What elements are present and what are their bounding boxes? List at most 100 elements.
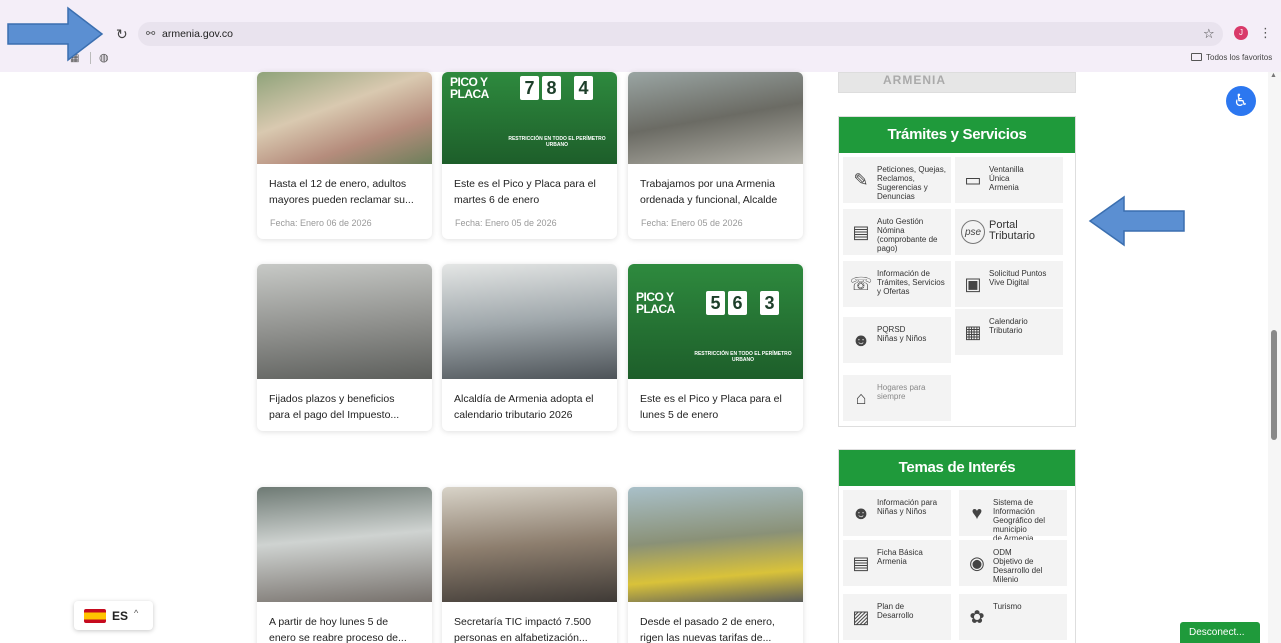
service-tile[interactable]: ▭ Ventanilla Única Armenia [955,157,1063,203]
news-card[interactable]: A partir de hoy lunes 5 de enero se reab… [257,487,432,643]
news-card-image[interactable]: PICO Y PLACA 5 6 3 RESTRICCIÓN EN TODO EL PE… [628,264,803,379]
annotation-arrow-right [7,6,104,62]
temas-panel: Temas de Interés ☻ Información para Niñas… [838,449,1076,643]
news-card-title[interactable]: Hasta el 12 de enero, adultos mayores pu… [269,176,425,208]
service-tile[interactable]: ☻ PQRSD Niñas y Niños [843,317,951,363]
news-card[interactable]: Trabajamos por una Armenia ordenada y fu… [628,72,803,239]
service-tile[interactable]: pse Portal Tributario [955,209,1063,255]
service-tile-label: Peticiones, Quejas, Reclamos, Sugerencia… [877,165,946,201]
news-card-title[interactable]: Desde el pasado 2 de enero, rigen las nu… [640,614,796,643]
service-tile-label: Turismo [993,602,1022,611]
calendar-icon: ▦ [964,322,982,342]
news-card[interactable]: Desde el pasado 2 de enero, rigen las nu… [628,487,803,643]
service-tile-label: Auto Gestión Nómina (comprobante de pago… [877,217,938,253]
odm-icon: ◉ [969,553,985,573]
service-tile-label: Calendario Tributario [989,317,1028,335]
map-heart-icon: ♥ [971,503,983,523]
language-code: ES [112,609,129,623]
children-icon: ☻ [851,330,871,350]
pico-placa-digit: 7 [520,76,539,100]
news-card-title[interactable]: Trabajamos por una Armenia ordenada y fu… [640,176,796,208]
language-selector[interactable]: ES ^ [74,601,153,630]
news-card-title[interactable]: Alcaldía de Armenia adopta el calendario… [454,391,610,423]
news-card[interactable]: Fijados plazos y beneficios para el pago… [257,264,432,431]
news-card[interactable]: Alcaldía de Armenia adopta el calendario… [442,264,617,431]
pico-placa-digit: 6 [728,291,747,315]
service-tile[interactable]: ✿ Turismo [959,594,1067,640]
address-bar[interactable]: ⚯ armenia.gov.co [138,22,1223,46]
news-card-title[interactable]: Secretaría TIC impactó 7.500 personas en… [454,614,610,643]
news-card[interactable]: Hasta el 12 de enero, adultos mayores pu… [257,72,432,239]
menu-icon[interactable]: ⋮ [1259,25,1272,41]
service-tile[interactable]: ▨ Plan de Desarrollo [843,594,951,640]
news-card[interactable]: Secretaría TIC impactó 7.500 personas en… [442,487,617,643]
pse-icon: pse [961,220,985,244]
temas-heading: Temas de Interés [839,450,1075,486]
annotation-arrow-left [1088,195,1185,247]
tramites-heading: Trámites y Servicios [839,117,1075,153]
news-card[interactable]: PICO Y PLACA 5 6 3 RESTRICCIÓN EN TODO EL PE… [628,264,803,431]
news-card-image[interactable] [628,487,803,602]
service-tile-label: Solicitud Puntos Vive Digital [989,269,1047,287]
news-card-date: Fecha: Enero 05 de 2026 [641,218,743,228]
service-tile-label: Portal Tributario [989,219,1036,242]
service-tile-label: ODM Objetivo de Desarrollo del Milenio [993,548,1043,584]
news-card-date: Fecha: Enero 05 de 2026 [455,218,557,228]
service-tile-label: Información para Niñas y Niños [877,498,938,516]
news-card-image[interactable] [442,487,617,602]
spain-flag-icon [84,609,106,623]
computers-icon: ▣ [964,274,982,294]
accessibility-button[interactable]: ♿ [1226,86,1256,116]
bookmark-star-icon[interactable]: ☆ [1203,26,1215,42]
service-tile[interactable]: ☻ Información para Niñas y Niños [843,490,951,536]
service-tile[interactable]: ▦ Calendario Tributario [955,309,1063,355]
news-card-date: Fecha: Enero 06 de 2026 [270,218,372,228]
service-tile[interactable]: ▣ Solicitud Puntos Vive Digital [955,261,1063,307]
pico-placa-footer: RESTRICCIÓN EN TODO EL PERÍMETRO URBANO [694,351,792,363]
news-card-title[interactable]: A partir de hoy lunes 5 de enero se reab… [269,614,425,643]
scroll-up-arrow-icon[interactable]: ▲ [1270,72,1277,79]
news-card-image[interactable] [628,72,803,164]
service-tile[interactable]: ▤ Auto Gestión Nómina (comprobante de pag… [843,209,951,255]
tourism-icon: ✿ [969,607,985,627]
home-heart-icon: ⌂ [855,388,867,408]
tramites-panel: Trámites y Servicios ✎ Peticiones, Quejas… [838,116,1076,427]
service-tile-label: Información de Trámites, Servicios y Ofe… [877,269,945,296]
document-icon: ▤ [852,553,870,573]
support-agent-icon: ☏ [849,274,873,294]
news-card-title[interactable]: Este es el Pico y Placa para el martes 6… [454,176,610,208]
news-card-title[interactable]: Fijados plazos y beneficios para el pago… [269,391,425,423]
accessibility-icon: ♿ [1233,91,1249,110]
scrollbar-thumb[interactable] [1271,330,1277,440]
news-card-image[interactable] [442,264,617,379]
site-info-icon[interactable]: ⚯ [146,27,155,40]
all-bookmarks-button[interactable]: Todos los favoritos [1191,53,1272,62]
service-tile[interactable]: ✎ Peticiones, Quejas, Reclamos, Sugerenci… [843,157,951,203]
pico-placa-digit: 3 [760,291,779,315]
url-text[interactable]: armenia.gov.co [162,28,233,40]
news-card-image[interactable] [257,264,432,379]
news-card-image[interactable] [257,72,432,164]
news-card[interactable]: PICO Y PLACA 7 8 4 RESTRICCIÓN EN TODO EL PE… [442,72,617,239]
disconnect-button[interactable]: Desconect... [1180,622,1260,643]
armenia-banner-text: ARMENIA [883,73,946,87]
profile-avatar[interactable]: J [1234,26,1248,40]
service-tile-label: Plan de Desarrollo [877,602,914,620]
pico-placa-digit: 8 [542,76,561,100]
reload-icon[interactable]: ↻ [116,27,130,41]
pqrsd-icon: ✎ [853,170,869,190]
service-tile[interactable]: ♥ Sistema de Información Geográfico del m… [959,490,1067,543]
armenia-banner[interactable]: ARMENIA [838,72,1076,93]
service-tile[interactable]: ▤ Ficha Básica Armenia [843,540,951,586]
service-tile[interactable]: ⌂ Hogares para siempre [843,375,951,421]
news-card-image[interactable]: PICO Y PLACA 7 8 4 RESTRICCIÓN EN TODO EL PE… [442,72,617,164]
service-tile[interactable]: ◉ ODM Objetivo de Desarrollo del Milenio [959,540,1067,586]
news-card-image[interactable] [257,487,432,602]
chevron-up-icon: ^ [134,608,139,618]
presentation-icon: ▨ [852,607,870,627]
pico-placa-footer: RESTRICCIÓN EN TODO EL PERÍMETRO URBANO [508,136,606,148]
pico-placa-digit: 4 [574,76,593,100]
service-tile-label: Ventanilla Única Armenia [989,165,1024,192]
news-card-title[interactable]: Este es el Pico y Placa para el lunes 5 … [640,391,796,423]
service-tile[interactable]: ☏ Información de Trámites, Servicios y Of… [843,261,951,307]
